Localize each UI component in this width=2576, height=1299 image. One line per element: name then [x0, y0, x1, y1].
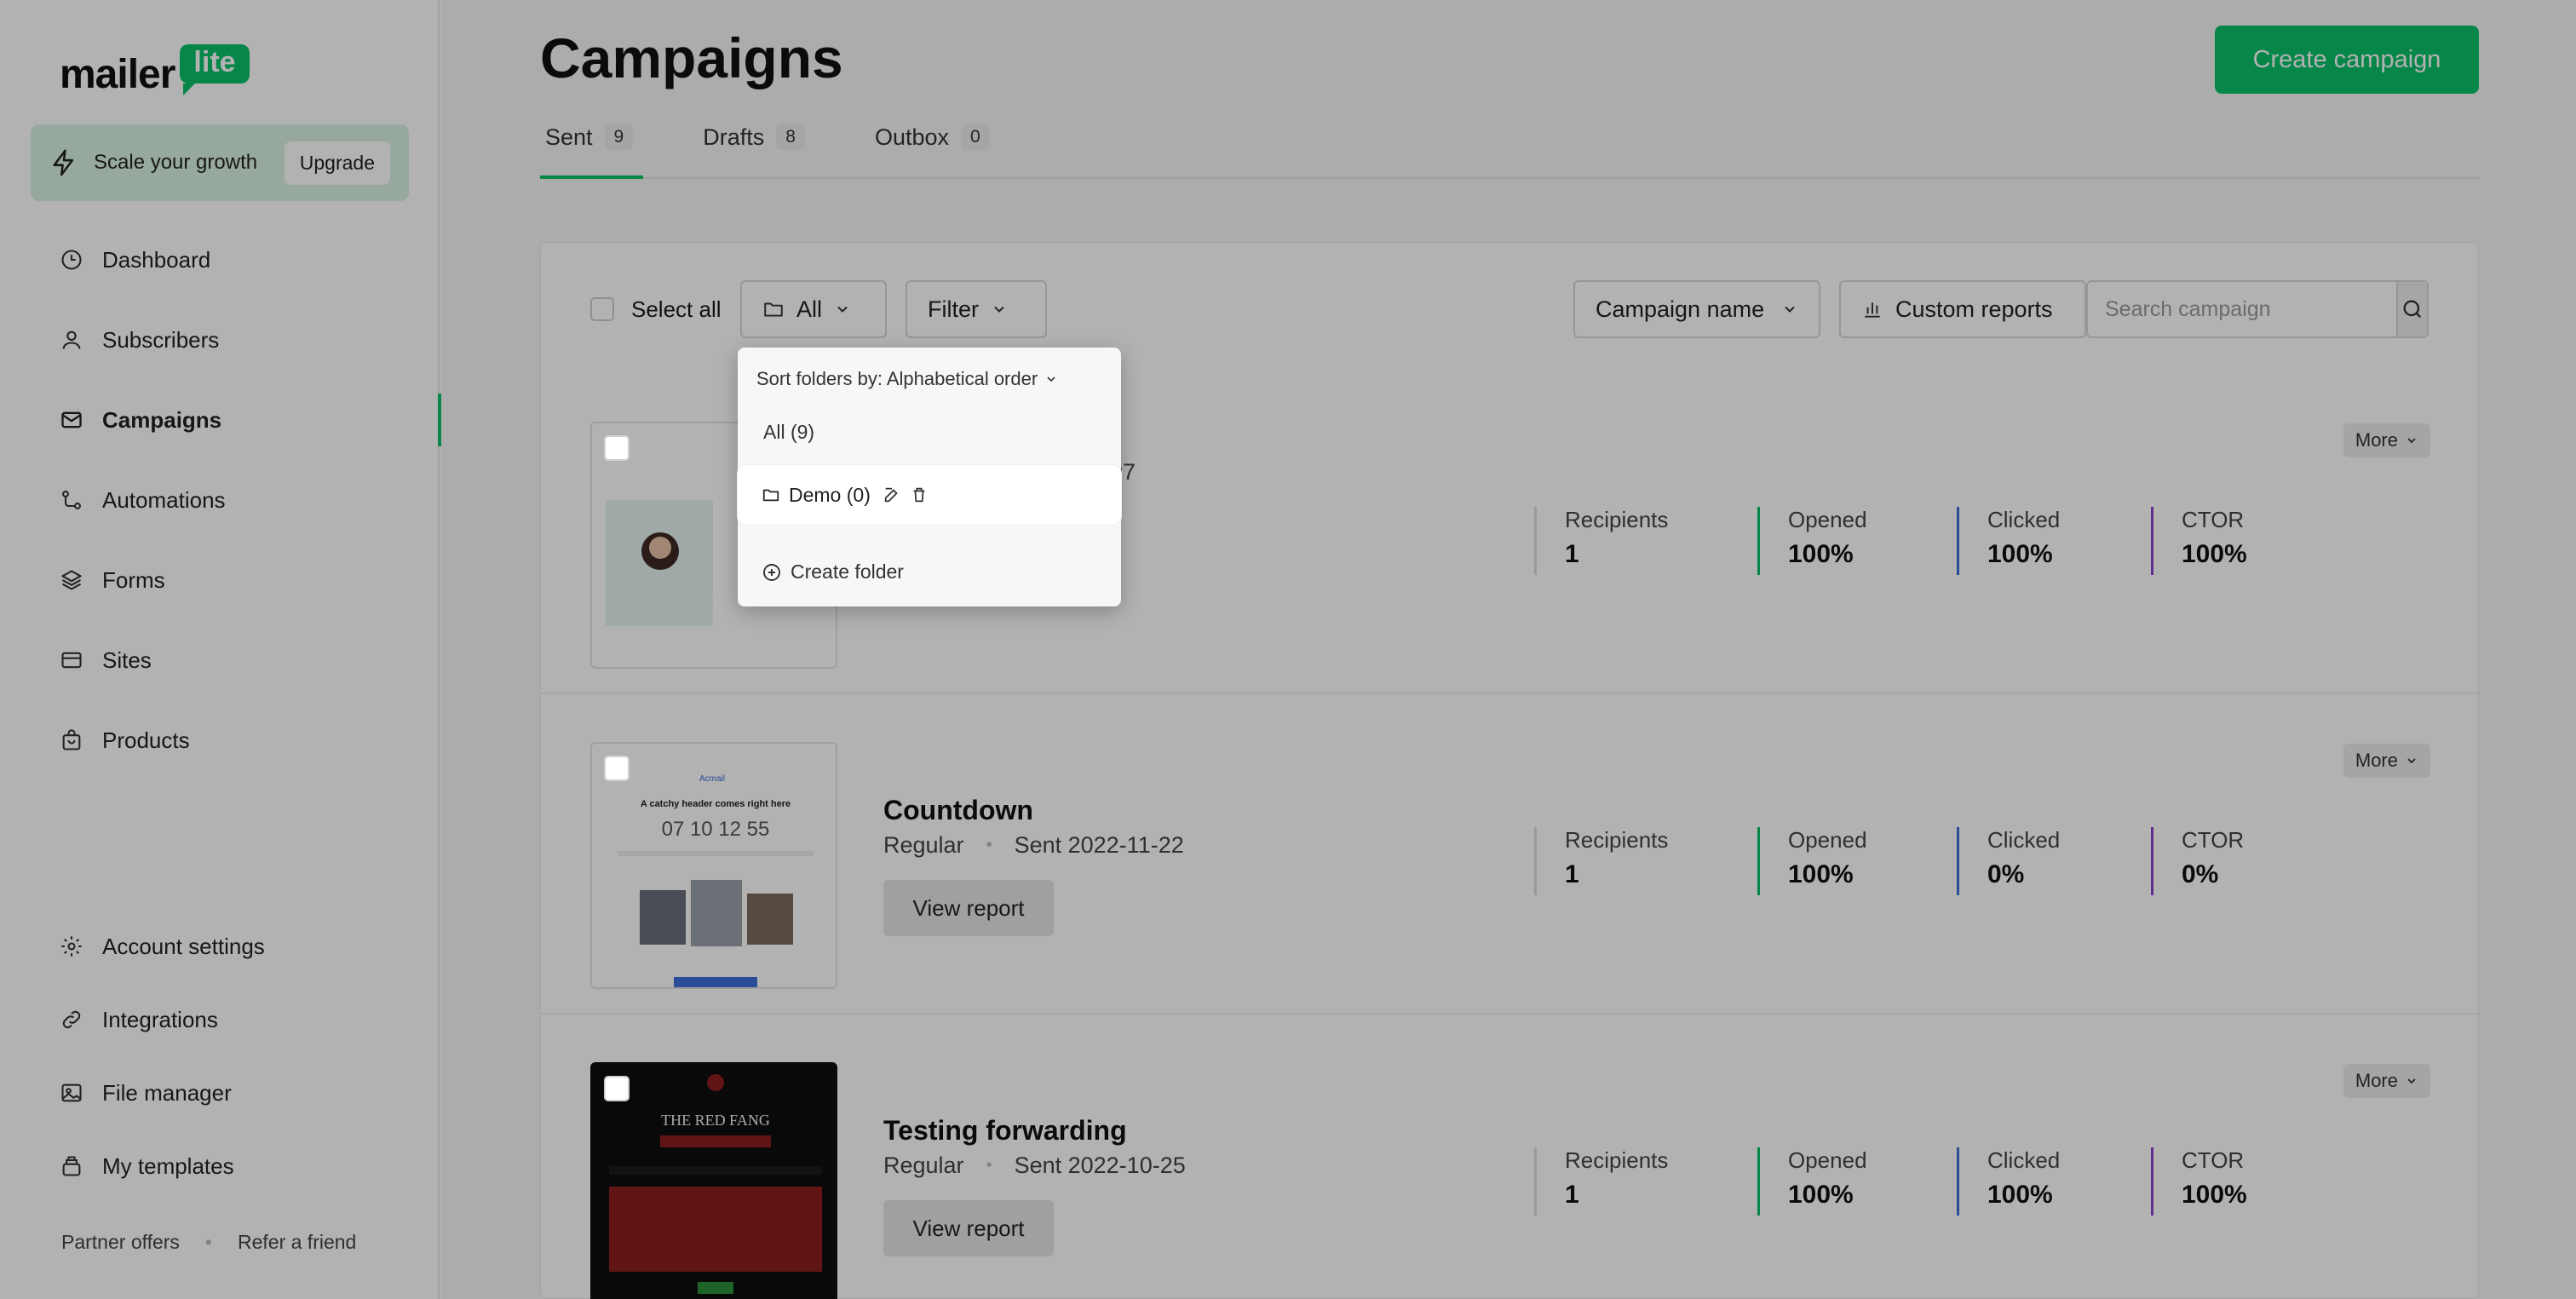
folder-sort-select[interactable]: Sort folders by: Alphabetical order [756, 368, 1058, 390]
folder-option-all[interactable]: All (9) [763, 421, 814, 444]
row-checkbox[interactable] [604, 756, 630, 781]
edit-icon[interactable] [883, 486, 901, 504]
folder-sort-label: Sort folders by: Alphabetical order [756, 368, 1038, 389]
create-folder-label: Create folder [791, 560, 904, 583]
folder-option-label: Demo (0) [789, 483, 871, 506]
chevron-down-icon [1044, 372, 1058, 386]
row-checkbox[interactable] [604, 435, 630, 461]
row-checkbox[interactable] [604, 1076, 630, 1101]
folder-option-demo[interactable]: Demo (0) [738, 465, 1121, 525]
modal-overlay[interactable] [0, 0, 2576, 1299]
folder-icon [762, 486, 780, 504]
trash-icon[interactable] [910, 486, 929, 504]
folder-dropdown-menu: Sort folders by: Alphabetical order All … [738, 348, 1121, 606]
create-folder-option[interactable]: Create folder [762, 560, 904, 583]
plus-circle-icon [762, 562, 782, 583]
